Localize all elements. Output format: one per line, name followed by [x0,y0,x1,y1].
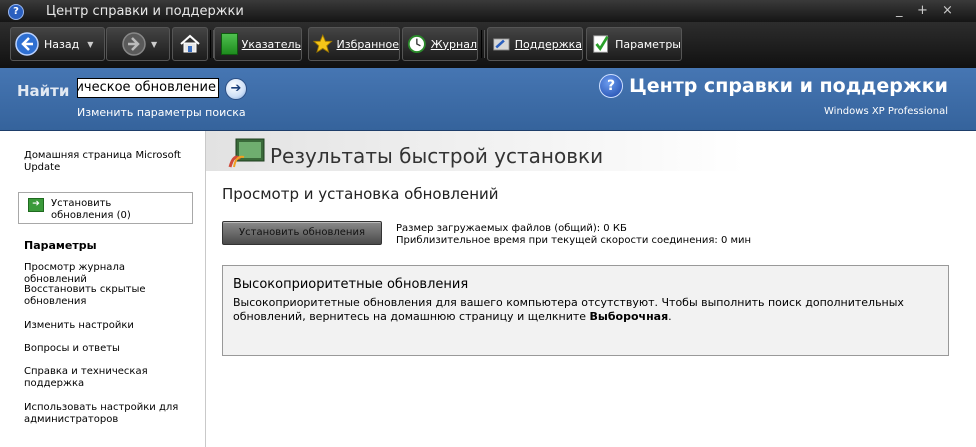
install-updates-button-label: Установить обновления [239,227,365,238]
high-priority-title: Высокоприоритетные обновления [233,277,469,292]
time-estimate-text: Приблизительное время при текущей скорос… [396,235,752,246]
search-go-button[interactable]: ➔ [225,78,247,100]
install-box-line2: обновления (0) [51,210,131,221]
forward-arrow-icon [122,32,146,56]
search-bar: Найти Автоматическое обновление ➔ Измени… [0,68,976,131]
search-input-value: Автоматическое обновление [77,80,216,95]
support-button[interactable]: Поддержка [487,27,583,61]
update-banner-icon [228,138,265,168]
favorites-star-icon [313,33,333,53]
forward-dropdown-icon[interactable]: ▼ [151,40,157,49]
search-options-link[interactable]: Изменить параметры поиска [77,106,246,119]
toolbar-separator [481,30,485,58]
window-title: Центр справки и поддержки [46,4,244,19]
back-arrow-icon [15,32,39,56]
brand-title: Центр справки и поддержки [629,75,948,97]
history-button[interactable]: Журнал [402,27,478,61]
high-priority-text: Высокоприоритетные обновления для вашего… [233,296,933,324]
forward-button[interactable]: ▼ [106,27,170,61]
index-button[interactable]: Указатель [214,27,302,61]
install-updates-box[interactable]: ➔ Установить обновления (0) [18,192,193,224]
high-priority-end: . [668,310,672,323]
help-app-icon[interactable]: ? [8,4,24,20]
maximize-button[interactable]: + [917,3,928,18]
sidebar-heading-options: Параметры [24,239,97,252]
results-banner: Результаты быстрой установки [206,131,976,171]
options-checkmark-icon [593,35,609,53]
minimize-button[interactable]: _ [896,3,903,18]
back-label: Назад [44,37,80,51]
history-label: Журнал [430,37,477,51]
main-content: Результаты быстрой установки Просмотр и … [206,131,976,447]
close-button[interactable]: × [942,3,953,18]
sidebar-item-admin-settings[interactable]: Использовать настройки для администратор… [24,402,184,426]
back-dropdown-icon[interactable]: ▼ [87,40,93,49]
support-tools-icon [493,38,510,51]
history-clock-icon [407,35,426,53]
options-label: Параметры [615,37,681,51]
title-bar: ? Центр справки и поддержки _ + × [0,0,976,22]
sidebar-item-view-history[interactable]: Просмотр журнала обновлений [24,262,184,286]
install-box-line1: Установить [51,198,112,209]
search-input[interactable]: Автоматическое обновление [77,78,219,98]
index-book-icon [221,33,238,55]
home-icon [180,34,200,53]
help-question-icon: ? [599,74,624,98]
install-arrow-icon: ➔ [28,198,44,212]
sidebar-item-change-settings[interactable]: Изменить настройки [24,320,184,332]
high-priority-panel: Высокоприоритетные обновления Высокоприо… [222,265,949,356]
brand-title-block: ? Центр справки и поддержки [599,74,948,98]
options-button[interactable]: Параметры [586,27,682,61]
back-button[interactable]: Назад ▼ [10,27,105,61]
search-label: Найти [17,82,70,100]
page-subtitle: Просмотр и установка обновлений [222,185,499,203]
banner-title: Результаты быстрой установки [270,144,604,168]
sidebar: Домашняя страница Microsoft Update ➔ Уст… [0,131,206,447]
sidebar-item-faq[interactable]: Вопросы и ответы [24,343,184,355]
home-button[interactable] [172,27,208,61]
sidebar-item-restore-hidden[interactable]: Восстановить скрытые обновления [24,284,164,308]
index-label: Указатель [241,37,301,51]
windows-edition: Windows XP Professional [824,106,948,117]
download-size-text: Размер загружаемых файлов (общий): 0 КБ [396,223,627,234]
sidebar-item-help-support[interactable]: Справка и техническая поддержка [24,366,154,390]
install-updates-button[interactable]: Установить обновления [222,221,382,245]
navigation-toolbar: Назад ▼ ▼ Указатель Избранное Журнал Под… [0,22,976,69]
support-label: Поддержка [514,37,582,51]
custom-link-text: Выборочная [589,310,669,323]
high-priority-message: Высокоприоритетные обновления для вашего… [233,296,904,323]
favorites-button[interactable]: Избранное [308,27,400,61]
favorites-label: Избранное [336,37,399,51]
sidebar-home-link[interactable]: Домашняя страница Microsoft Update [24,150,184,174]
